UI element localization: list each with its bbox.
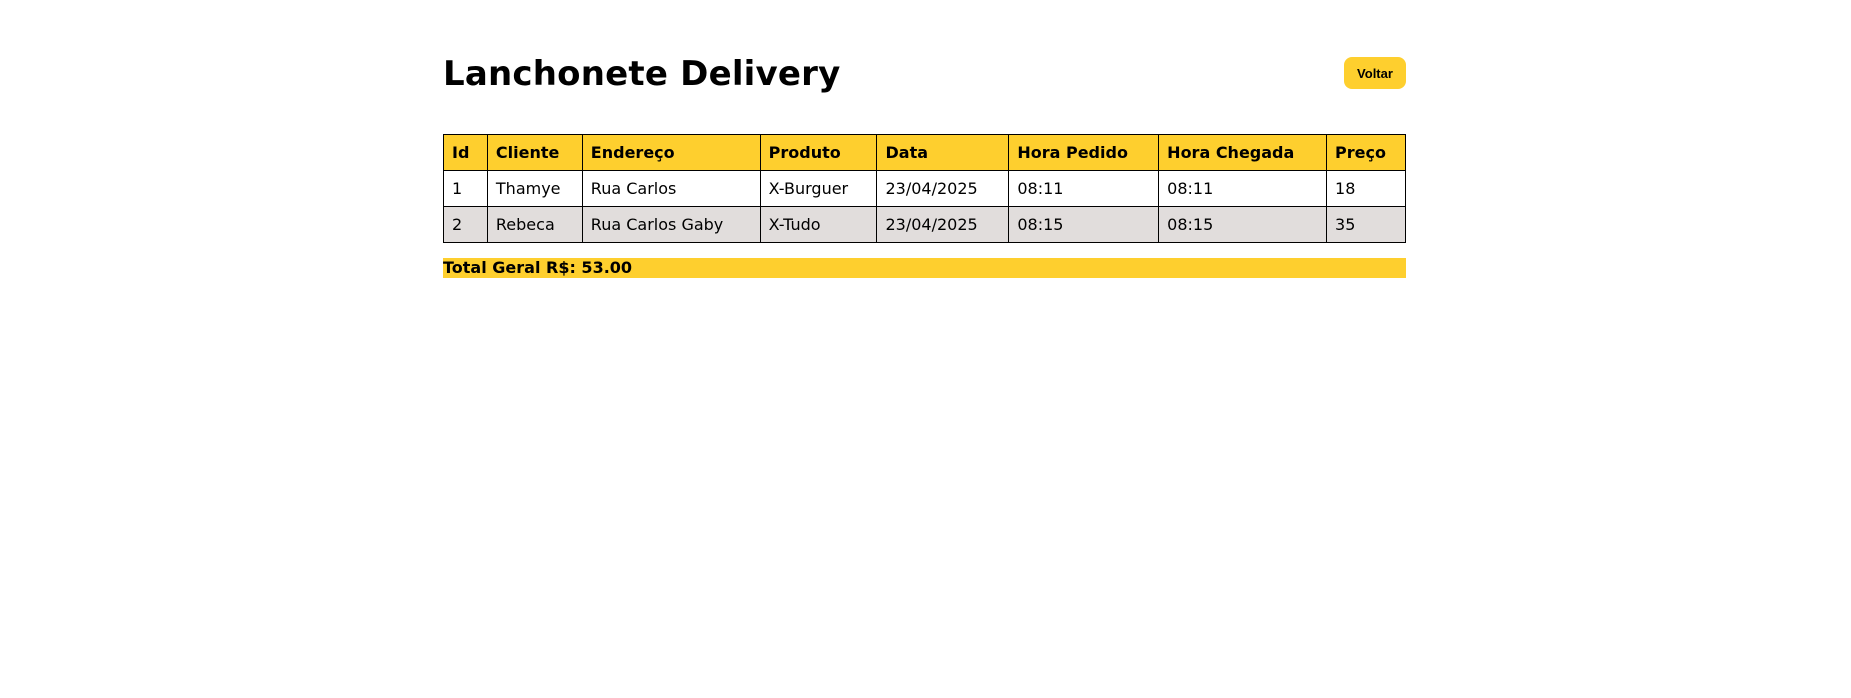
- column-header-data: Data: [876, 134, 1010, 171]
- table-row: 2 Rebeca Rua Carlos Gaby X-Tudo 23/04/20…: [443, 206, 1406, 243]
- cell-cliente: Rebeca: [486, 206, 583, 243]
- cell-data: 23/04/2025: [876, 206, 1010, 243]
- column-header-cliente: Cliente: [486, 134, 583, 171]
- orders-table: Id Cliente Endereço Produto Data Hora Pe…: [443, 134, 1406, 243]
- column-header-preco: Preço: [1326, 134, 1406, 171]
- cell-id: 2: [443, 206, 488, 243]
- cell-id: 1: [443, 170, 488, 207]
- cell-produto: X-Tudo: [759, 206, 878, 243]
- column-header-id: Id: [443, 134, 488, 171]
- column-header-endereco: Endereço: [581, 134, 761, 171]
- page-title: Lanchonete Delivery: [443, 54, 841, 94]
- column-header-produto: Produto: [759, 134, 878, 171]
- table-row: 1 Thamye Rua Carlos X-Burguer 23/04/2025…: [443, 170, 1406, 207]
- table-header-row: Id Cliente Endereço Produto Data Hora Pe…: [443, 134, 1406, 171]
- cell-cliente: Thamye: [486, 170, 583, 207]
- cell-hora-chegada: 08:11: [1158, 170, 1328, 207]
- column-header-hora-chegada: Hora Chegada: [1158, 134, 1328, 171]
- cell-preco: 18: [1326, 170, 1406, 207]
- cell-endereco: Rua Carlos: [581, 170, 761, 207]
- cell-hora-chegada: 08:15: [1158, 206, 1328, 243]
- cell-hora-pedido: 08:11: [1008, 170, 1160, 207]
- total-summary: Total Geral R$: 53.00: [443, 258, 1406, 278]
- cell-data: 23/04/2025: [876, 170, 1010, 207]
- back-button[interactable]: Voltar: [1344, 57, 1406, 89]
- page-container: Lanchonete Delivery Voltar Id Cliente En…: [443, 0, 1406, 278]
- cell-produto: X-Burguer: [759, 170, 878, 207]
- cell-endereco: Rua Carlos Gaby: [581, 206, 761, 243]
- column-header-hora-pedido: Hora Pedido: [1008, 134, 1160, 171]
- page-header: Lanchonete Delivery Voltar: [443, 0, 1406, 134]
- cell-hora-pedido: 08:15: [1008, 206, 1160, 243]
- cell-preco: 35: [1326, 206, 1406, 243]
